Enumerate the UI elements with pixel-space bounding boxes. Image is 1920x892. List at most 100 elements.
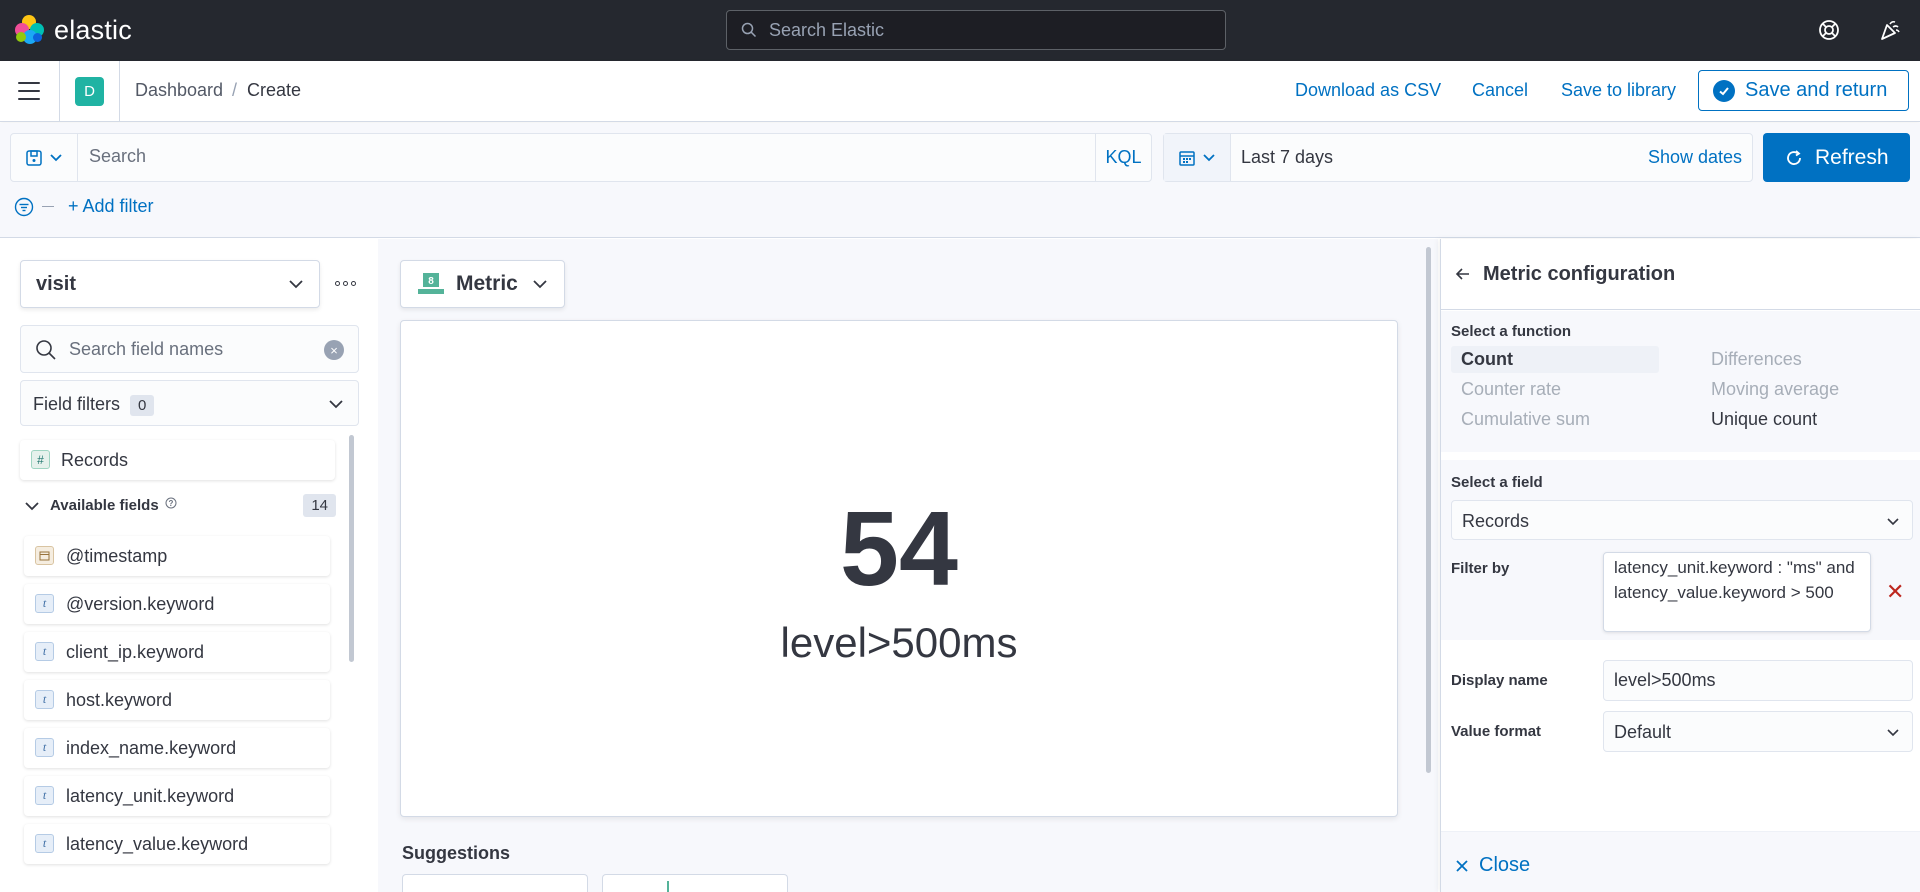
- available-fields-count: 14: [303, 494, 336, 517]
- field-item[interactable]: t client_ip.keyword: [24, 632, 330, 672]
- help-icon[interactable]: [1817, 18, 1841, 42]
- filter-by-label: Filter by: [1451, 560, 1510, 577]
- metric-configuration-panel: Metric configuration Select a function C…: [1440, 239, 1920, 892]
- save-and-return-label: Save and return: [1745, 79, 1888, 101]
- field-filters-toggle[interactable]: Field filters 0: [20, 380, 359, 426]
- query-bar: KQL Last 7 days Show dates Refresh + Add…: [0, 123, 1920, 238]
- logo-text: elastic: [54, 14, 132, 45]
- function-counter-rate: Counter rate: [1461, 379, 1562, 399]
- space-avatar[interactable]: D: [75, 77, 104, 106]
- save-to-library-link[interactable]: Save to library: [1561, 80, 1676, 101]
- clear-icon[interactable]: ×: [324, 340, 344, 360]
- display-name-input[interactable]: level>500ms: [1603, 660, 1913, 701]
- svg-text:?: ?: [168, 499, 173, 508]
- field-item-label: @version.keyword: [66, 594, 215, 614]
- menu-icon[interactable]: [18, 82, 40, 100]
- index-pattern-selector[interactable]: visit: [20, 260, 320, 308]
- scrollbar[interactable]: [1426, 247, 1431, 773]
- app-header: D Dashboard / Create Download as CSV Can…: [0, 61, 1920, 122]
- show-dates-link[interactable]: Show dates: [1648, 147, 1742, 168]
- field-list-panel: visit × Field filters 0 # Records Availab…: [0, 239, 376, 892]
- date-picker[interactable]: Last 7 days Show dates: [1163, 133, 1753, 182]
- field-item-label: host.keyword: [66, 690, 173, 710]
- elastic-logo-icon: [14, 14, 46, 46]
- date-range-value[interactable]: Last 7 days: [1241, 147, 1333, 168]
- available-fields-label: Available fields: [50, 497, 159, 514]
- arrow-left-icon[interactable]: [1455, 266, 1471, 282]
- field-filters-count: 0: [130, 395, 155, 416]
- elastic-logo[interactable]: elastic: [14, 14, 132, 46]
- records-field-item[interactable]: # Records: [20, 440, 335, 480]
- search-icon: [36, 340, 56, 360]
- search-icon: [741, 22, 757, 38]
- chevron-down-icon: [1887, 518, 1899, 526]
- field-item-label: client_ip.keyword: [66, 642, 205, 662]
- available-fields-header[interactable]: Available fields ? 14: [24, 494, 336, 517]
- refresh-icon: [1787, 149, 1801, 165]
- suggestion-card[interactable]: [602, 874, 788, 892]
- breadcrumb-create: Create: [247, 80, 302, 100]
- query-language-toggle[interactable]: KQL: [1095, 134, 1151, 181]
- visualization-canvas[interactable]: 54 level>500ms: [400, 320, 1398, 817]
- query-search-input[interactable]: [89, 146, 989, 167]
- metric-chart-icon: 8: [418, 273, 444, 294]
- field-item[interactable]: t latency_value.keyword: [24, 824, 330, 864]
- save-icon: [26, 149, 42, 166]
- global-search-input[interactable]: [769, 19, 1189, 41]
- chart-type-switcher[interactable]: 8 Metric: [400, 260, 565, 308]
- field-item[interactable]: @timestamp: [24, 536, 330, 576]
- filter-icon[interactable]: [14, 197, 34, 217]
- more-options-icon[interactable]: [335, 281, 356, 286]
- metric-value: 54: [840, 490, 958, 608]
- number-token-icon: #: [31, 450, 50, 469]
- breadcrumb-separator: /: [232, 80, 238, 100]
- close-label: Close: [1479, 854, 1531, 876]
- function-count[interactable]: Count: [1451, 346, 1659, 373]
- add-filter-button[interactable]: + Add filter: [68, 196, 154, 217]
- text-token-icon: t: [35, 786, 54, 805]
- scrollbar[interactable]: [349, 435, 354, 662]
- suggestion-chart-preview: [667, 881, 669, 892]
- global-search-field[interactable]: [726, 10, 1226, 50]
- value-format-select[interactable]: Default: [1603, 711, 1913, 752]
- field-item-label: latency_unit.keyword: [66, 786, 235, 806]
- field-item[interactable]: t latency_unit.keyword: [24, 776, 330, 816]
- filter-row: + Add filter: [14, 196, 154, 217]
- field-item[interactable]: t host.keyword: [24, 680, 330, 720]
- metric-label: level>500ms: [780, 619, 1018, 666]
- breadcrumb-dashboard[interactable]: Dashboard: [135, 80, 223, 101]
- refresh-button[interactable]: Refresh: [1763, 133, 1910, 182]
- value-format-value: Default: [1614, 722, 1672, 742]
- close-button[interactable]: Close: [1455, 854, 1530, 877]
- field-item[interactable]: t index_name.keyword: [24, 728, 330, 768]
- selected-field-value: Records: [1462, 511, 1530, 531]
- select-field-label: Select a field: [1451, 474, 1543, 491]
- function-moving-average: Moving average: [1711, 379, 1840, 399]
- filter-query-input[interactable]: latency_unit.keyword : "ms" and latency_…: [1603, 552, 1871, 632]
- field-search-field[interactable]: ×: [20, 325, 359, 373]
- suggestion-card[interactable]: [402, 874, 588, 892]
- quick-date-menu-button[interactable]: [1164, 134, 1231, 181]
- chevron-down-icon: [329, 400, 343, 409]
- config-panel-header: Metric configuration: [1441, 239, 1920, 310]
- saved-query-button[interactable]: [11, 134, 78, 181]
- chevron-down-icon: [1203, 153, 1215, 161]
- download-csv-link[interactable]: Download as CSV: [1295, 80, 1441, 101]
- filter-dash: [42, 206, 54, 207]
- save-and-return-button[interactable]: Save and return: [1698, 70, 1909, 111]
- field-search-input[interactable]: [69, 339, 309, 360]
- remove-filter-icon[interactable]: ✕: [1886, 579, 1904, 605]
- cancel-link[interactable]: Cancel: [1472, 80, 1528, 101]
- text-token-icon: t: [35, 594, 54, 613]
- query-search-field[interactable]: KQL: [10, 133, 1152, 182]
- info-icon: ?: [165, 497, 177, 508]
- function-differences: Differences: [1711, 349, 1802, 369]
- field-select[interactable]: Records: [1451, 500, 1913, 540]
- calendar-icon: [1179, 150, 1195, 166]
- index-pattern-name: visit: [36, 273, 77, 295]
- field-item[interactable]: t @version.keyword: [24, 584, 330, 624]
- newsfeed-icon[interactable]: [1878, 18, 1902, 42]
- display-name-label: Display name: [1451, 672, 1548, 689]
- svg-text:8: 8: [428, 276, 434, 287]
- function-unique-count[interactable]: Unique count: [1711, 409, 1817, 430]
